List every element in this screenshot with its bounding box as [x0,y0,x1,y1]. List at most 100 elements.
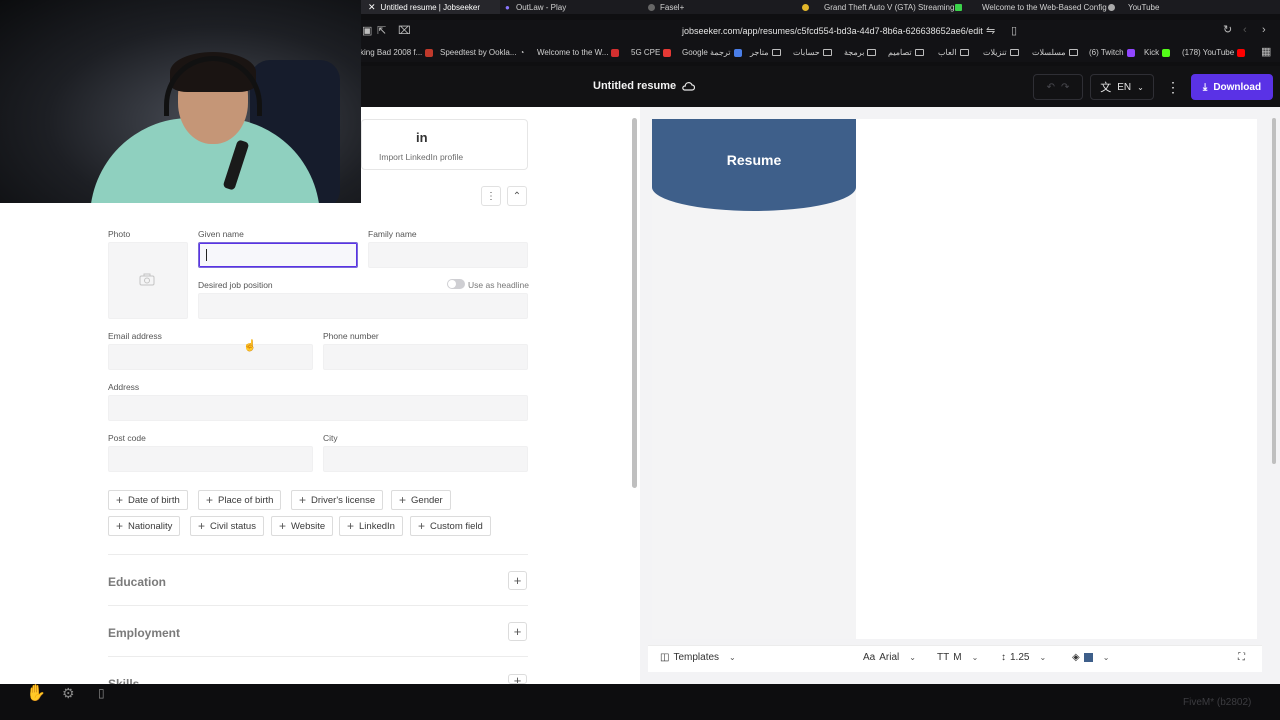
add-education-button[interactable]: + [508,571,527,590]
add-skills-button[interactable]: + [508,674,527,684]
divider [108,554,528,555]
chip-label: Date of birth [128,494,180,506]
fullscreen-button[interactable]: ⛶ [1238,652,1245,663]
skills-section-title[interactable]: Skills [108,677,139,684]
bookmark-icon[interactable]: ▯ [1011,26,1017,37]
add-website-button[interactable]: + Website [271,516,334,536]
bookmark-item[interactable]: Google ترجمة [682,48,742,57]
folder-icon [822,49,832,56]
bookmark-label: مسلسلات [1032,48,1066,57]
share-icon[interactable]: ⇱ [377,26,386,37]
close-tab-icon[interactable]: ✕ [368,1,376,14]
bookmark-folder[interactable]: العاب [938,48,969,57]
bookmark-favicon-icon [663,48,672,57]
bookmark-folder[interactable]: مسلسلات [1032,48,1078,57]
bookmark-item[interactable]: Welcome to the W... [537,48,620,57]
all-bookmarks-icon[interactable]: ▦ [1261,47,1271,58]
bookmark-folder[interactable]: تصاميم [888,48,924,57]
education-section-title[interactable]: Education [108,575,166,589]
bookmark-item[interactable]: Kick [1144,48,1171,57]
tab-jobseeker[interactable]: ✕ Untitled resume | Jobseeker ● [360,0,510,14]
add-linkedin-button[interactable]: + LinkedIn [339,516,403,536]
use-as-headline-toggle[interactable] [447,279,465,289]
bookmark-item[interactable]: 5G CPE [631,48,672,57]
phone-field[interactable] [323,344,528,370]
bookmark-label: العاب [938,48,957,57]
folder-icon [867,49,877,56]
url-field[interactable]: jobseeker.com/app/resumes/c5fcd554-bd3a-… [682,26,983,36]
tab-gta[interactable]: Grand Theft Auto V (GTA) Streaming [802,0,954,14]
import-linkedin-label: Import LinkedIn profile [379,152,464,162]
add-custom-field-button[interactable]: + Custom field [410,516,491,536]
language-selector[interactable]: 文 EN ⌄ [1090,74,1154,100]
font-size-icon: TT [937,652,950,663]
tab-label: YouTube [1128,2,1160,12]
font-size-selector[interactable]: TT M ⌄ [937,652,978,663]
desired-job-input[interactable] [198,293,528,319]
bookmark-folder[interactable]: متاجر [750,48,781,57]
family-name-input[interactable] [368,242,528,268]
preview-scrollbar[interactable] [1272,118,1276,464]
line-spacing-selector[interactable]: ↕ 1.25 ⌄ [1001,652,1046,663]
tab-web-config[interactable]: Welcome to the Web-Based Config [955,0,1107,14]
given-name-label: Given name [198,229,244,239]
font-icon: Aa [863,652,876,663]
line-spacing-label: 1.25 [1010,652,1030,663]
text-caret [206,249,207,261]
add-civil-status-button[interactable]: + Civil status [190,516,264,536]
mouse-pointer-icon: ☝ [243,340,257,352]
templates-button[interactable]: ◫ Templates ⌄ [660,652,736,663]
folder-icon [1068,49,1078,56]
extension-icon[interactable]: ▣ [362,26,372,37]
tab-fasel[interactable]: Fasel+ [648,0,684,14]
bookmark-folder[interactable]: تنزيلات [983,48,1019,57]
bookmark-folder[interactable]: حسابات [793,48,832,57]
templates-label: Templates [673,652,720,663]
collapse-section-button[interactable]: ⌃ [507,186,527,206]
bookmark-item[interactable]: king Bad 2008 f... [360,48,434,57]
editor-scrollbar[interactable] [632,118,637,488]
forward-icon[interactable]: › [1262,25,1266,36]
chip-label: Place of birth [218,494,274,506]
bookmark-favicon-icon [425,48,434,57]
add-drivers-license-button[interactable]: + Driver's license [291,490,384,510]
more-options-button[interactable]: ⋮ [1162,74,1184,100]
redo-icon[interactable]: ↷ [1061,82,1069,93]
email-field[interactable] [108,344,313,370]
color-selector[interactable]: ◈ ⌄ [1072,652,1109,663]
tab-youtube[interactable]: YouTube [1108,0,1159,14]
font-selector[interactable]: Aa Arial ⌄ [863,652,916,663]
language-label: EN [1117,81,1132,93]
undo-icon[interactable]: ↶ [1047,82,1055,93]
document-title[interactable]: Untitled resume [593,80,696,92]
bookmark-item[interactable]: (6) Twitch [1089,48,1135,57]
import-linkedin-button[interactable] [361,119,528,170]
folder-icon [1009,49,1019,56]
site-settings-icon[interactable]: ⇋ [986,26,995,37]
add-gender-button[interactable]: + Gender [391,490,451,510]
add-employment-button[interactable]: + [508,622,527,641]
reload-icon[interactable]: ↻ [1223,25,1232,36]
add-date-of-birth-button[interactable]: + Date of birth [108,490,188,510]
plus-icon: + [513,623,522,639]
back-icon[interactable]: ‹ [1243,25,1247,36]
bookmark-item[interactable]: (178) YouTube [1182,48,1246,57]
plus-icon: + [206,493,214,507]
bookmark-folder[interactable]: برمجة [844,48,877,57]
download-button[interactable]: ⤓ Download [1191,74,1273,100]
font-label: Arial [879,652,900,663]
post-code-field[interactable] [108,446,313,472]
employment-section-title[interactable]: Employment [108,626,180,640]
city-field[interactable] [323,446,528,472]
section-more-button[interactable]: ⋮ [481,186,501,206]
address-field[interactable] [108,395,528,421]
add-place-of-birth-button[interactable]: + Place of birth [198,490,282,510]
twitch-icon [1126,48,1135,57]
given-name-input[interactable] [198,242,358,268]
download-label: Download [1213,81,1262,93]
add-nationality-button[interactable]: + Nationality [108,516,181,536]
chevron-down-icon: ⌄ [1102,653,1110,662]
bookmark-item[interactable]: Speedtest by Ookla... ◔ [440,48,524,57]
screenshot-icon[interactable]: ⌧ [398,26,411,37]
tab-outlaw[interactable]: OutLaw - Play [516,0,566,14]
